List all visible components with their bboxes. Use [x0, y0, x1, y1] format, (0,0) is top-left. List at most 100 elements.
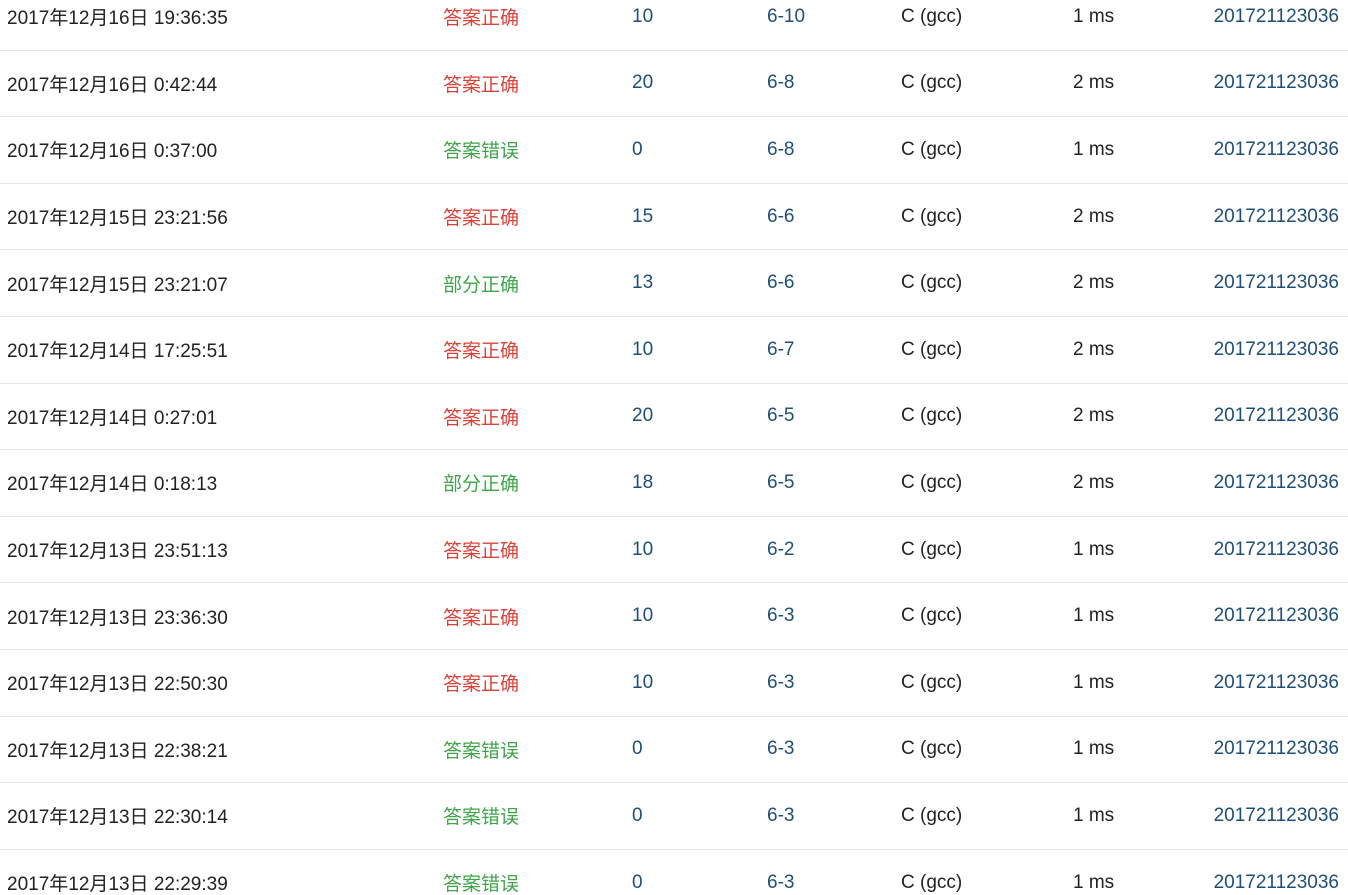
submit-time: 2017年12月14日 0:27:01 [7, 407, 218, 429]
submit-time: 2017年12月13日 23:51:13 [7, 541, 228, 563]
submit-time: 2017年12月14日 17:25:51 [7, 341, 228, 363]
problem-link[interactable]: 6-7 [767, 317, 794, 383]
user-link[interactable]: 201721123036 [1214, 184, 1339, 250]
submission-row: 2017年12月13日 23:36:30 答案正确 10 6-3 C (gcc)… [0, 583, 1348, 650]
problem-link[interactable]: 6-6 [767, 184, 794, 250]
score-link[interactable]: 10 [632, 517, 653, 583]
runtime-label: 2 ms [1073, 205, 1115, 227]
user-link[interactable]: 201721123036 [1214, 650, 1339, 716]
status-link[interactable]: 答案正确 [443, 184, 519, 250]
score-link[interactable]: 10 [632, 583, 653, 649]
user-link[interactable]: 201721123036 [1214, 783, 1339, 849]
submission-row: 2017年12月14日 17:25:51 答案正确 10 6-7 C (gcc)… [0, 317, 1348, 384]
user-link[interactable]: 201721123036 [1214, 517, 1339, 583]
problem-link[interactable]: 6-8 [767, 51, 794, 117]
status-link[interactable]: 部分正确 [443, 450, 519, 516]
compiler-label: C (gcc) [901, 205, 963, 227]
score-link[interactable]: 0 [632, 783, 643, 849]
runtime-label: 2 ms [1073, 72, 1115, 94]
compiler-label: C (gcc) [901, 738, 963, 760]
runtime-label: 2 ms [1073, 272, 1115, 294]
compiler-label: C (gcc) [901, 138, 963, 160]
submit-time: 2017年12月14日 0:18:13 [7, 474, 218, 496]
submit-time: 2017年12月13日 22:30:14 [7, 807, 228, 829]
submissions-table: 2017年12月16日 19:36:35 答案正确 10 6-10 C (gcc… [0, 0, 1348, 895]
submit-time: 2017年12月16日 19:36:35 [7, 8, 228, 30]
problem-link[interactable]: 6-3 [767, 583, 794, 649]
score-link[interactable]: 15 [632, 184, 653, 250]
compiler-label: C (gcc) [901, 538, 963, 560]
runtime-label: 1 ms [1073, 605, 1115, 627]
score-link[interactable]: 10 [632, 317, 653, 383]
compiler-label: C (gcc) [901, 871, 963, 893]
score-link[interactable]: 10 [632, 650, 653, 716]
status-link[interactable]: 答案正确 [443, 384, 519, 450]
score-link[interactable]: 18 [632, 450, 653, 516]
score-link[interactable]: 20 [632, 384, 653, 450]
compiler-label: C (gcc) [901, 338, 963, 360]
status-link[interactable]: 答案正确 [443, 317, 519, 383]
score-link[interactable]: 0 [632, 850, 643, 895]
submit-time: 2017年12月15日 23:21:56 [7, 208, 228, 230]
user-link[interactable]: 201721123036 [1214, 583, 1339, 649]
problem-link[interactable]: 6-3 [767, 650, 794, 716]
score-link[interactable]: 13 [632, 250, 653, 316]
submission-row: 2017年12月15日 23:21:07 部分正确 13 6-6 C (gcc)… [0, 250, 1348, 317]
status-link[interactable]: 答案错误 [443, 783, 519, 849]
problem-link[interactable]: 6-3 [767, 783, 794, 849]
score-link[interactable]: 0 [632, 717, 643, 783]
user-link[interactable]: 201721123036 [1214, 717, 1339, 783]
runtime-label: 1 ms [1073, 538, 1115, 560]
submission-row: 2017年12月14日 0:18:13 部分正确 18 6-5 C (gcc) … [0, 450, 1348, 517]
problem-link[interactable]: 6-8 [767, 117, 794, 183]
score-link[interactable]: 10 [632, 0, 653, 50]
runtime-label: 1 ms [1073, 5, 1115, 27]
submission-row: 2017年12月15日 23:21:56 答案正确 15 6-6 C (gcc)… [0, 184, 1348, 251]
user-link[interactable]: 201721123036 [1214, 117, 1339, 183]
runtime-label: 2 ms [1073, 471, 1115, 493]
status-link[interactable]: 答案错误 [443, 117, 519, 183]
submission-row: 2017年12月13日 22:30:14 答案错误 0 6-3 C (gcc) … [0, 783, 1348, 850]
status-link[interactable]: 答案正确 [443, 0, 519, 50]
problem-link[interactable]: 6-10 [767, 0, 805, 50]
status-link[interactable]: 答案正确 [443, 51, 519, 117]
problem-link[interactable]: 6-5 [767, 384, 794, 450]
user-link[interactable]: 201721123036 [1214, 51, 1339, 117]
user-link[interactable]: 201721123036 [1214, 850, 1339, 895]
runtime-label: 1 ms [1073, 804, 1115, 826]
user-link[interactable]: 201721123036 [1214, 317, 1339, 383]
submission-row: 2017年12月16日 0:42:44 答案正确 20 6-8 C (gcc) … [0, 51, 1348, 118]
submission-row: 2017年12月13日 23:51:13 答案正确 10 6-2 C (gcc)… [0, 517, 1348, 584]
score-link[interactable]: 20 [632, 51, 653, 117]
runtime-label: 2 ms [1073, 338, 1115, 360]
compiler-label: C (gcc) [901, 605, 963, 627]
runtime-label: 1 ms [1073, 671, 1115, 693]
compiler-label: C (gcc) [901, 471, 963, 493]
status-link[interactable]: 答案错误 [443, 850, 519, 895]
user-link[interactable]: 201721123036 [1214, 0, 1339, 50]
score-link[interactable]: 0 [632, 117, 643, 183]
status-link[interactable]: 答案错误 [443, 717, 519, 783]
submission-row: 2017年12月13日 22:29:39 答案错误 0 6-3 C (gcc) … [0, 850, 1348, 895]
user-link[interactable]: 201721123036 [1214, 250, 1339, 316]
submit-time: 2017年12月13日 23:36:30 [7, 607, 228, 629]
status-link[interactable]: 答案正确 [443, 583, 519, 649]
user-link[interactable]: 201721123036 [1214, 450, 1339, 516]
status-link[interactable]: 答案正确 [443, 517, 519, 583]
runtime-label: 1 ms [1073, 138, 1115, 160]
submit-time: 2017年12月16日 0:37:00 [7, 141, 218, 163]
problem-link[interactable]: 6-2 [767, 517, 794, 583]
submission-row: 2017年12月16日 0:37:00 答案错误 0 6-8 C (gcc) 1… [0, 117, 1348, 184]
user-link[interactable]: 201721123036 [1214, 384, 1339, 450]
submission-row: 2017年12月14日 0:27:01 答案正确 20 6-5 C (gcc) … [0, 384, 1348, 451]
status-link[interactable]: 答案正确 [443, 650, 519, 716]
problem-link[interactable]: 6-5 [767, 450, 794, 516]
status-link[interactable]: 部分正确 [443, 250, 519, 316]
problem-link[interactable]: 6-6 [767, 250, 794, 316]
compiler-label: C (gcc) [901, 72, 963, 94]
problem-link[interactable]: 6-3 [767, 850, 794, 895]
submit-time: 2017年12月13日 22:38:21 [7, 740, 228, 762]
submit-time: 2017年12月15日 23:21:07 [7, 274, 228, 296]
compiler-label: C (gcc) [901, 405, 963, 427]
problem-link[interactable]: 6-3 [767, 717, 794, 783]
